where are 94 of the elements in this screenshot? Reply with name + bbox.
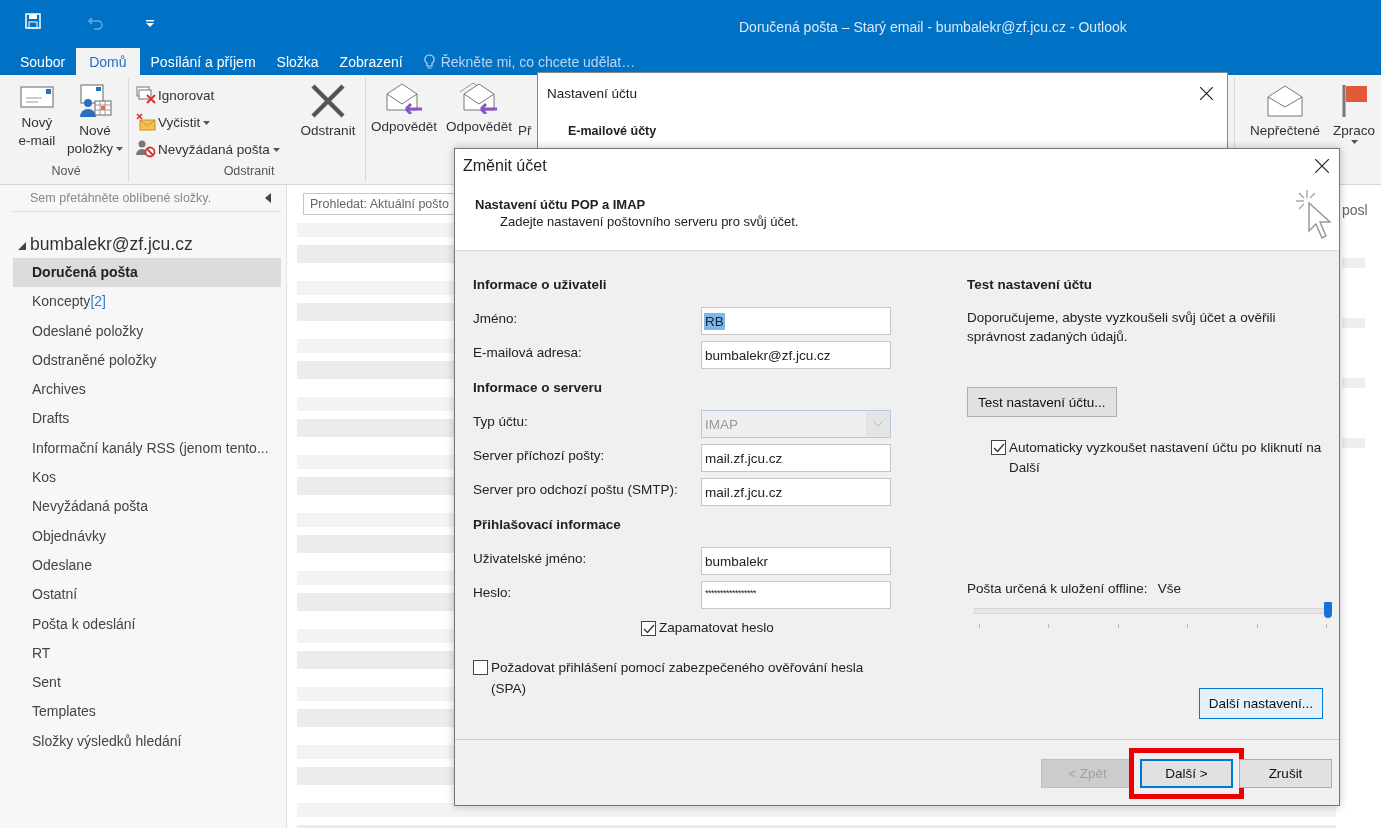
tell-me-text: Řekněte mi, co chcete udělat… [440, 53, 636, 70]
collapse-arrow-icon[interactable] [265, 193, 271, 203]
input-field[interactable]: bumbalekr@zf.jcu.cz [701, 341, 891, 369]
test-settings-button[interactable]: Test nastavení účtu... [967, 387, 1117, 417]
close-icon[interactable] [1200, 86, 1213, 100]
folder-item[interactable]: Objednávky [13, 521, 281, 551]
field-label: Server pro odchozí poštu (SMTP): [473, 481, 679, 497]
folder-item[interactable]: Doručená pošta [13, 258, 281, 288]
section-heading: Přihlašovací informace [473, 516, 622, 534]
group-label: Nové [51, 164, 81, 180]
checkbox[interactable] [991, 440, 1006, 455]
delete-button[interactable]: Odstranit [294, 84, 362, 140]
favorites-hint: Sem přetáhněte oblíbené složky. [30, 191, 212, 205]
person-blocked-icon [136, 140, 156, 158]
field-label: Server příchozí pošty: [473, 447, 606, 463]
folder-item[interactable]: Odeslané položky [13, 316, 281, 346]
dialog-button[interactable]: Zrušit [1239, 759, 1332, 788]
offline-value: Vše [1157, 581, 1181, 596]
expand-triangle-icon [18, 242, 26, 250]
cursor-sparkle-icon [1295, 189, 1335, 241]
offline-label: Pošta určená k uložení offline: [967, 581, 1148, 596]
folder-item[interactable]: Koncepty[2] [13, 287, 281, 317]
new-email-button[interactable]: Nový e-mail [8, 84, 66, 150]
envelope-icon [20, 84, 54, 110]
ribbon-tab[interactable]: Zobrazení [329, 48, 413, 75]
ignore-icon [136, 86, 156, 104]
folder-item[interactable]: Informační kanály RSS (jenom tento... [13, 433, 281, 464]
checkbox[interactable] [641, 621, 656, 636]
reply-button[interactable]: Odpovědět [368, 82, 440, 136]
ribbon-tab[interactable]: Složka [266, 48, 329, 75]
folder-item[interactable]: Složky výsledků hledání [13, 726, 281, 757]
field-label: Typ účtu: [473, 413, 529, 429]
new-items-button[interactable]: Nové položky [66, 84, 124, 158]
folder-item[interactable]: Pošta k odeslání [13, 609, 281, 639]
close-x-icon [310, 84, 346, 118]
input-field[interactable]: mail.zf.jcu.cz [701, 478, 891, 506]
group-label: Odstranit [223, 164, 275, 180]
input-field[interactable]: RB [701, 307, 891, 335]
test-description: Doporučujeme, abyste vyzkoušeli svůj účet a ověřili správnost zadaných údajů. [967, 309, 1277, 346]
account-node[interactable]: bumbalekr@zf.jcu.cz [13, 230, 281, 258]
folder-item[interactable]: Archives [13, 375, 281, 405]
section-heading: Informace o serveru [473, 379, 604, 397]
section-heading: Informace o uživateli [473, 276, 608, 294]
ignore-button[interactable]: Ignorovat [136, 84, 292, 106]
flag-icon [1341, 84, 1367, 118]
reply-all-button[interactable]: Odpovědět [440, 82, 518, 136]
reading-pane-header: posl [1342, 202, 1369, 218]
follow-up-button[interactable]: Zpraco [1331, 84, 1377, 144]
input-field[interactable]: bumbalekr [701, 547, 891, 575]
dialog-tab[interactable]: E-mailové účty [568, 124, 657, 138]
folder-item[interactable]: Sent [13, 668, 281, 698]
envelope-broom-icon [136, 113, 156, 131]
input-field[interactable]: mail.zf.jcu.cz [701, 444, 891, 472]
checkbox[interactable] [473, 660, 488, 675]
close-icon[interactable] [1315, 158, 1329, 173]
envelopes-arrow-icon [459, 82, 499, 114]
folder-item[interactable]: Odstraněné položky [13, 345, 281, 376]
field-label: Heslo: [473, 584, 513, 600]
ribbon-tab[interactable]: Posílání a příjem [140, 48, 266, 75]
checkbox-label: Požadovat přihlášení pomocí zabezpečeného ověřování hesla (SPA) [491, 659, 865, 698]
folder-item[interactable]: Drafts [13, 404, 281, 434]
folder-item[interactable]: Nevyžádaná pošta [13, 492, 281, 522]
customize-caret-icon[interactable] [146, 20, 154, 28]
dialog-subheading: Zadejte nastavení poštovního serveru pro svůj účet. [500, 214, 799, 229]
password-field[interactable]: ***************** [701, 581, 891, 609]
unread-button[interactable]: Nepřečtené [1239, 84, 1331, 140]
envelope-arrow-icon [384, 82, 424, 114]
folder-item[interactable]: RT [13, 638, 281, 669]
ribbon-tab[interactable]: Domů [76, 48, 140, 75]
window-title: Doručená pošta – Starý email - bumbalekr@zf.jcu.cz - Outlook [739, 19, 1127, 35]
lightbulb-icon [423, 53, 435, 70]
field-label: Uživatelské jméno: [473, 550, 588, 566]
more-settings-button[interactable]: Další nastavení... [1198, 688, 1323, 719]
chevron-down-icon [873, 421, 883, 427]
offline-slider[interactable] [974, 602, 1332, 628]
calendar-person-icon [77, 84, 113, 118]
junk-button[interactable]: Nevyžádaná pošta [136, 138, 292, 160]
folder-item[interactable]: Templates [13, 697, 281, 727]
folder-item[interactable]: Ostatní [13, 580, 281, 610]
save-icon[interactable] [24, 12, 42, 30]
checkbox-label: Automaticky vyzkoušet nastavení účtu po kliknutí na Další [1009, 439, 1323, 477]
checkbox-label: Zapamatovat heslo [659, 620, 774, 635]
forward-label: Př [518, 122, 532, 140]
section-heading: Test nastavení účtu [967, 276, 1094, 294]
dialog-title: Nastavení účtu [547, 85, 638, 101]
slider-thumb[interactable] [1324, 602, 1332, 618]
folder-item[interactable]: Odeslane [13, 550, 281, 581]
field-label: E-mailová adresa: [473, 344, 583, 360]
ribbon-tab[interactable]: Soubor [10, 48, 76, 75]
dialog-title: Změnit účet [463, 156, 547, 175]
open-envelope-icon [1266, 84, 1304, 118]
folder-item[interactable]: Kos [13, 463, 281, 493]
field-label: Jméno: [473, 310, 519, 326]
clean-up-button[interactable]: Vyčistit [136, 111, 292, 133]
